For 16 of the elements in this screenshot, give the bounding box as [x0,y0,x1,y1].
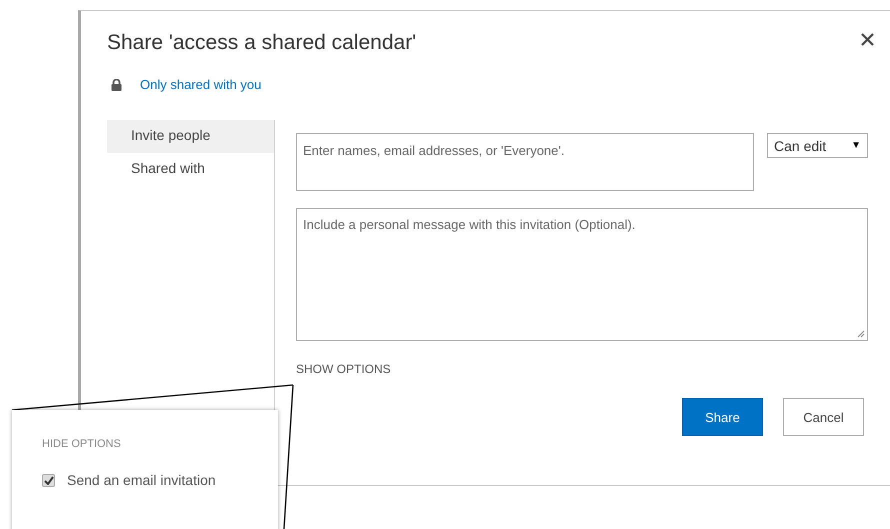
permission-dropdown[interactable]: Can edit ▼ [767,133,868,158]
checkbox[interactable] [42,474,55,486]
share-button[interactable]: Share [682,398,763,436]
tab[interactable]: Shared with [107,153,274,186]
show-options-link[interactable]: SHOW OPTIONS [296,362,391,376]
close-icon[interactable] [861,32,874,46]
hide-options-link[interactable]: HIDE OPTIONS [42,438,278,450]
tab[interactable]: Invite people [107,120,274,153]
dialog-title: Share 'access a shared calendar' [107,31,416,55]
resize-grip-icon[interactable] [857,330,865,338]
option-label: Send an email invitation [67,472,216,488]
lock-icon [111,78,122,90]
cancel-button[interactable]: Cancel [783,398,864,436]
invite-field[interactable]: Enter names, email addresses, or 'Everyone'. [296,133,754,191]
sharing-status-link[interactable]: Only shared with you [140,77,262,92]
message-field[interactable]: Include a personal message with this invitation (Optional). [296,208,868,341]
